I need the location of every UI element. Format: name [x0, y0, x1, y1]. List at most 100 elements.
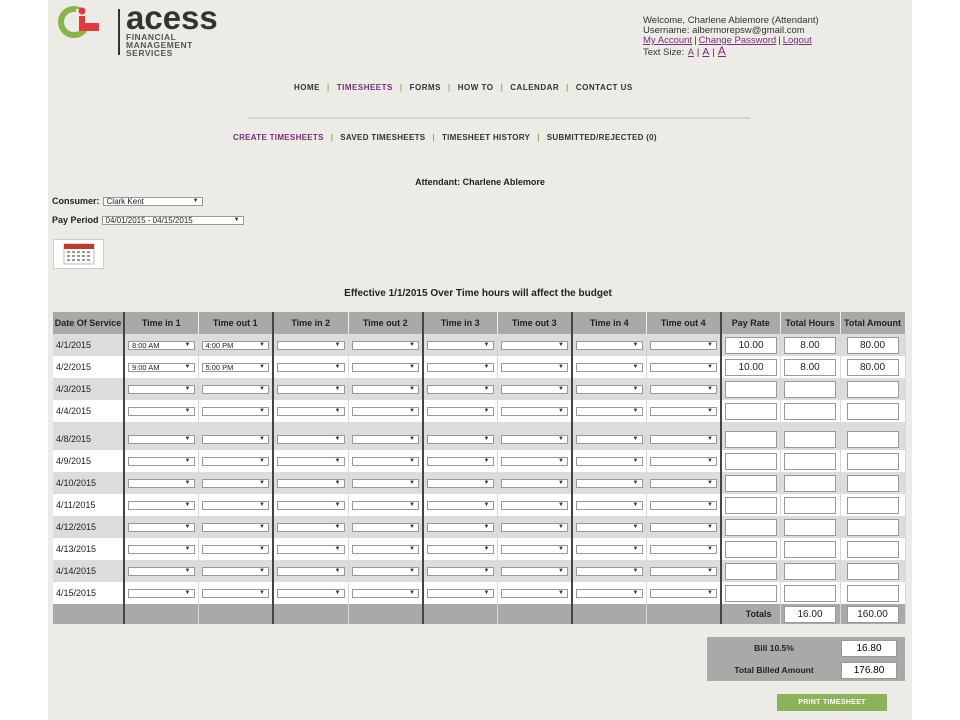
text-size-large[interactable]: A: [718, 44, 726, 58]
time-out-1-select[interactable]: ▼: [201, 434, 269, 444]
time-in-1-select[interactable]: ▼: [128, 500, 195, 510]
time-out-1-select[interactable]: ▼: [201, 406, 269, 416]
time-in-2-select[interactable]: ▼: [277, 478, 345, 488]
time-out-3-select[interactable]: ▼: [500, 566, 568, 576]
time-out-4-select[interactable]: ▼: [649, 544, 717, 554]
time-in-3-select[interactable]: ▼: [427, 588, 494, 598]
print-timesheet-button[interactable]: PRINT TIMESHEET: [777, 694, 887, 711]
time-out-3-select[interactable]: ▼: [500, 522, 568, 532]
time-in-2-select[interactable]: ▼: [277, 544, 345, 554]
time-in-2-select[interactable]: ▼: [277, 434, 345, 444]
time-out-4-select[interactable]: ▼: [649, 456, 717, 466]
calendar-button[interactable]: [53, 239, 104, 269]
time-out-3-select[interactable]: ▼: [500, 456, 568, 466]
pay-rate-input[interactable]: [725, 562, 777, 580]
time-out-4-select[interactable]: ▼: [649, 478, 717, 488]
time-out-4-select[interactable]: ▼: [649, 406, 717, 416]
time-in-3-select[interactable]: ▼: [427, 384, 494, 394]
time-in-2-select[interactable]: ▼: [277, 566, 345, 576]
time-out-2-select[interactable]: ▼: [351, 340, 419, 350]
time-in-1-select[interactable]: ▼: [128, 522, 195, 532]
time-out-3-select[interactable]: ▼: [500, 478, 568, 488]
time-in-4-select[interactable]: ▼: [576, 456, 643, 466]
pay-period-select[interactable]: 04/01/2015 - 04/15/2015 ▼: [101, 215, 244, 225]
time-in-2-select[interactable]: ▼: [277, 340, 345, 350]
time-in-4-select[interactable]: ▼: [576, 588, 643, 598]
time-out-4-select[interactable]: ▼: [649, 362, 717, 372]
time-out-2-select[interactable]: ▼: [351, 478, 419, 488]
time-out-4-select[interactable]: ▼: [649, 566, 717, 576]
time-in-1-select[interactable]: ▼: [128, 544, 195, 554]
pay-rate-input[interactable]: [725, 430, 777, 448]
time-in-3-select[interactable]: ▼: [427, 544, 494, 554]
nav-home[interactable]: HOME: [294, 83, 320, 92]
logout-link[interactable]: Logout: [783, 35, 812, 46]
pay-rate-input[interactable]: [725, 380, 777, 398]
time-in-1-select[interactable]: ▼: [128, 566, 195, 576]
time-in-3-select[interactable]: ▼: [427, 406, 494, 416]
time-out-3-select[interactable]: ▼: [500, 384, 568, 394]
time-out-2-select[interactable]: ▼: [351, 588, 419, 598]
time-in-3-select[interactable]: ▼: [427, 456, 494, 466]
my-account-link[interactable]: My Account: [643, 35, 692, 46]
pay-rate-input[interactable]: [725, 474, 777, 492]
time-in-4-select[interactable]: ▼: [576, 362, 643, 372]
pay-rate-input[interactable]: 10.00: [725, 358, 777, 376]
pay-rate-input[interactable]: [725, 518, 777, 536]
time-out-3-select[interactable]: ▼: [500, 588, 568, 598]
time-in-1-select[interactable]: ▼: [128, 406, 195, 416]
time-in-3-select[interactable]: ▼: [427, 522, 494, 532]
time-out-2-select[interactable]: ▼: [351, 522, 419, 532]
time-in-2-select[interactable]: ▼: [277, 456, 345, 466]
nav-how-to[interactable]: HOW TO: [458, 83, 494, 92]
time-in-4-select[interactable]: ▼: [576, 406, 643, 416]
text-size-small[interactable]: A: [688, 47, 694, 57]
time-in-2-select[interactable]: ▼: [277, 522, 345, 532]
subnav-timesheet-history[interactable]: TIMESHEET HISTORY: [442, 133, 530, 142]
time-in-4-select[interactable]: ▼: [576, 500, 643, 510]
time-out-2-select[interactable]: ▼: [351, 456, 419, 466]
pay-rate-input[interactable]: [725, 402, 777, 420]
time-out-3-select[interactable]: ▼: [500, 406, 568, 416]
time-in-1-select[interactable]: 8:00 AM ▼: [128, 340, 195, 350]
time-out-1-select[interactable]: 4:00 PM ▼: [201, 340, 269, 350]
time-in-1-select[interactable]: ▼: [128, 588, 195, 598]
time-out-3-select[interactable]: ▼: [500, 340, 568, 350]
nav-forms[interactable]: FORMS: [410, 83, 441, 92]
time-in-2-select[interactable]: ▼: [277, 406, 345, 416]
time-in-2-select[interactable]: ▼: [277, 384, 345, 394]
time-in-1-select[interactable]: 9:00 AM ▼: [128, 362, 195, 372]
time-in-3-select[interactable]: ▼: [427, 434, 494, 444]
subnav-saved-timesheets[interactable]: SAVED TIMESHEETS: [340, 133, 425, 142]
time-out-3-select[interactable]: ▼: [500, 434, 568, 444]
time-out-1-select[interactable]: ▼: [201, 384, 269, 394]
nav-calendar[interactable]: CALENDAR: [510, 83, 559, 92]
time-out-1-select[interactable]: ▼: [201, 566, 269, 576]
time-in-3-select[interactable]: ▼: [427, 500, 494, 510]
time-in-2-select[interactable]: ▼: [277, 362, 345, 372]
time-in-1-select[interactable]: ▼: [128, 456, 195, 466]
time-out-1-select[interactable]: ▼: [201, 478, 269, 488]
time-out-3-select[interactable]: ▼: [500, 362, 568, 372]
time-in-4-select[interactable]: ▼: [576, 384, 643, 394]
time-in-3-select[interactable]: ▼: [427, 340, 494, 350]
time-in-4-select[interactable]: ▼: [576, 544, 643, 554]
time-out-2-select[interactable]: ▼: [351, 566, 419, 576]
pay-rate-input[interactable]: [725, 496, 777, 514]
acess-logo[interactable]: acess FINANCIAL MANAGEMENT SERVICES: [54, 0, 274, 57]
nav-timesheets[interactable]: TIMESHEETS: [337, 83, 393, 92]
time-in-4-select[interactable]: ▼: [576, 566, 643, 576]
time-out-1-select[interactable]: ▼: [201, 522, 269, 532]
time-in-3-select[interactable]: ▼: [427, 362, 494, 372]
pay-rate-input[interactable]: [725, 584, 777, 602]
time-out-2-select[interactable]: ▼: [351, 434, 419, 444]
time-in-4-select[interactable]: ▼: [576, 522, 643, 532]
time-out-2-select[interactable]: ▼: [351, 500, 419, 510]
pay-rate-input[interactable]: 10.00: [725, 336, 777, 354]
time-out-4-select[interactable]: ▼: [649, 522, 717, 532]
time-out-3-select[interactable]: ▼: [500, 500, 568, 510]
change-password-link[interactable]: Change Password: [699, 35, 777, 46]
time-out-1-select[interactable]: ▼: [201, 544, 269, 554]
time-in-2-select[interactable]: ▼: [277, 500, 345, 510]
time-in-4-select[interactable]: ▼: [576, 478, 643, 488]
